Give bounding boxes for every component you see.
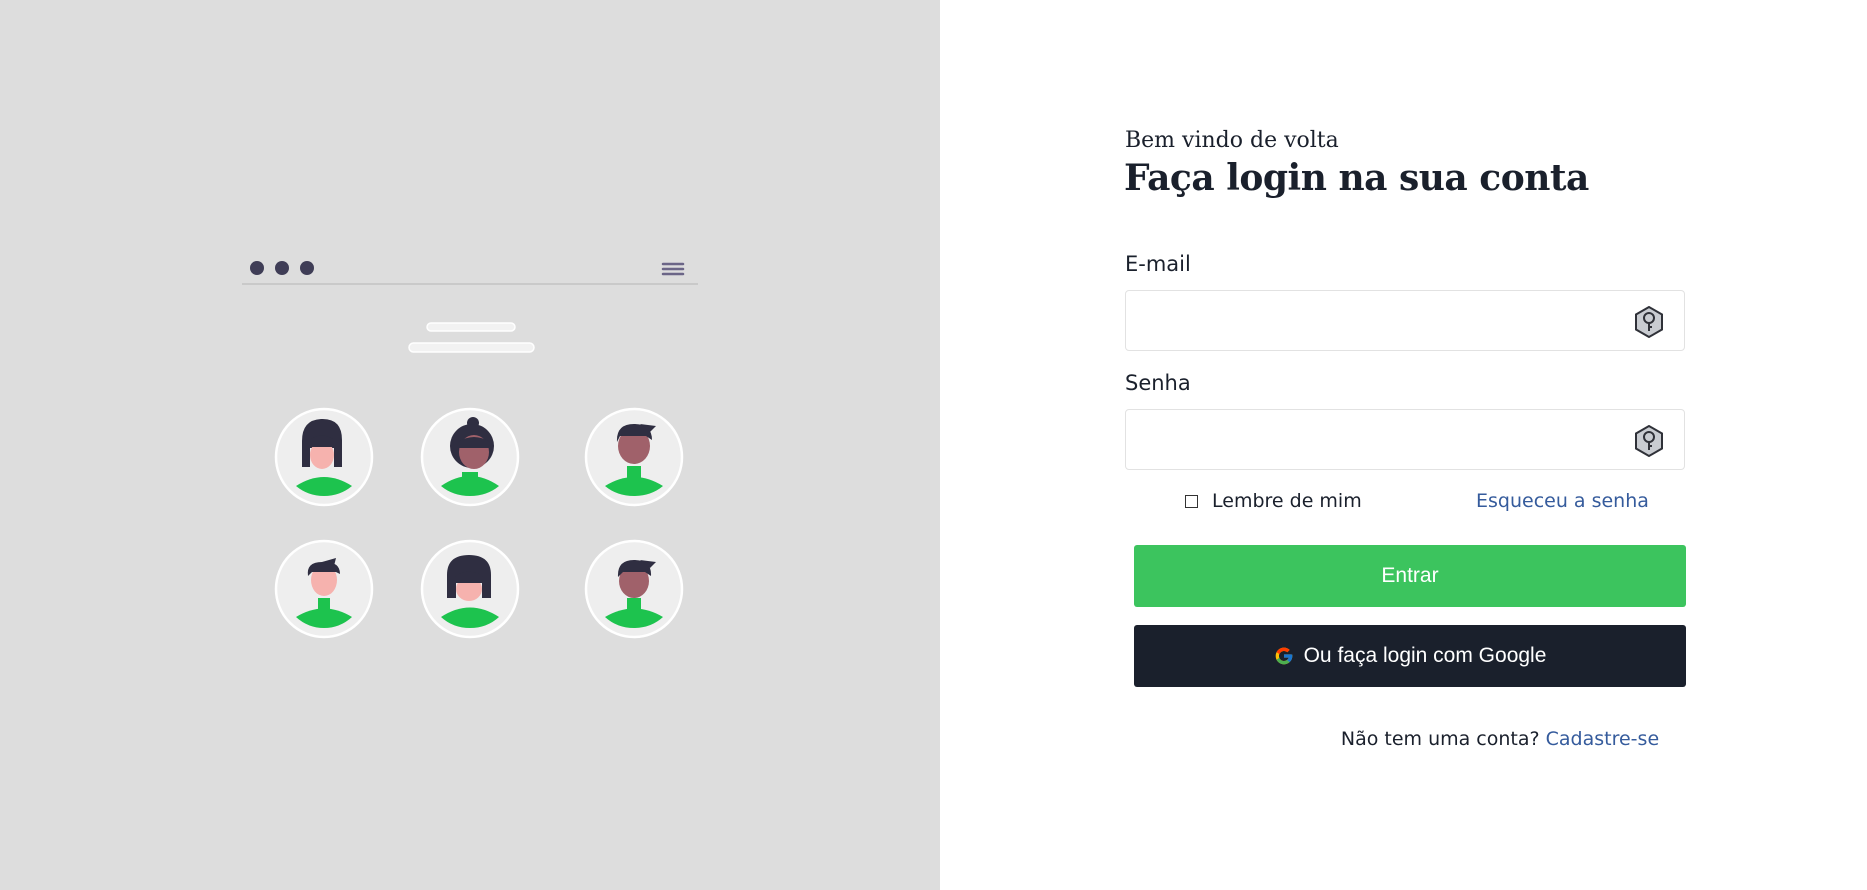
avatar-icon	[420, 539, 520, 639]
avatar-icon	[584, 407, 684, 507]
login-button[interactable]: Entrar	[1134, 545, 1686, 607]
google-icon	[1275, 647, 1292, 665]
placeholder-line	[426, 322, 516, 332]
avatar-icon	[420, 407, 520, 507]
remember-me[interactable]: Lembre de mim	[1185, 490, 1362, 512]
avatar-icon	[584, 539, 684, 639]
password-input[interactable]	[1126, 410, 1684, 469]
password-field-container	[1125, 409, 1685, 470]
placeholder-line	[408, 342, 535, 353]
key-icon[interactable]	[1634, 425, 1664, 457]
signup-link[interactable]: Cadastre-se	[1546, 728, 1660, 750]
window-dot-icon	[250, 261, 264, 275]
login-button-label: Entrar	[1381, 564, 1439, 587]
remember-label: Lembre de mim	[1212, 490, 1362, 512]
email-input[interactable]	[1126, 291, 1684, 350]
illustration-panel	[0, 0, 940, 890]
login-panel: Bem vindo de volta Faça login na sua con…	[940, 0, 1867, 890]
google-button-label: Ou faça login com Google	[1303, 644, 1547, 667]
password-label: Senha	[1125, 371, 1191, 395]
email-label: E-mail	[1125, 252, 1191, 276]
signup-prompt: Não tem uma conta?	[1340, 728, 1540, 750]
window-dot-icon	[275, 261, 289, 275]
google-login-button[interactable]: Ou faça login com Google	[1134, 625, 1686, 687]
window-dot-icon	[300, 261, 314, 275]
forgot-password-link[interactable]: Esqueceu a senha	[1476, 490, 1649, 512]
key-icon[interactable]	[1634, 306, 1664, 338]
page-title: Faça login na sua conta	[1124, 157, 1589, 199]
avatar-icon	[274, 539, 374, 639]
email-field-container	[1125, 290, 1685, 351]
avatar-icon	[274, 407, 374, 507]
remember-checkbox[interactable]	[1185, 494, 1198, 508]
hamburger-menu-icon	[661, 262, 685, 276]
welcome-text: Bem vindo de volta	[1125, 128, 1339, 153]
login-illustration	[242, 261, 698, 639]
signup-row: Não tem uma conta? Cadastre-se	[940, 728, 1867, 750]
